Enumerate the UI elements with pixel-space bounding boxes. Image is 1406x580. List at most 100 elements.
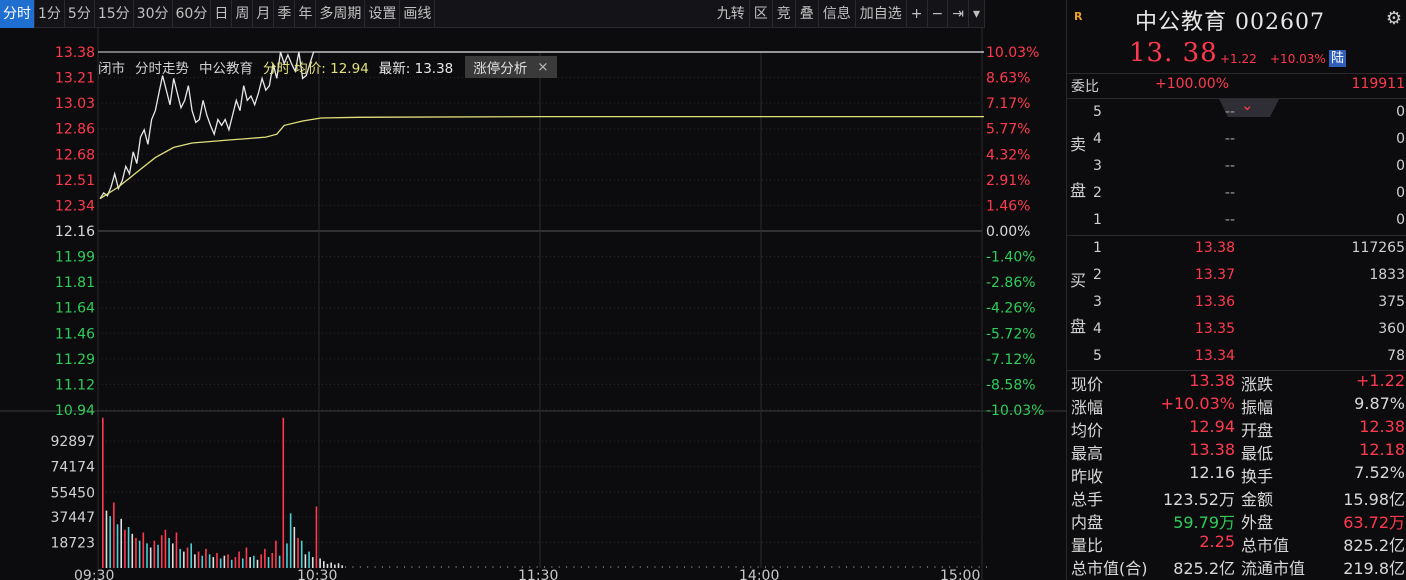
stat-row: 均价 12.94 开盘 12.38 [1067,417,1406,440]
chart-mode: 分时走势 [135,61,189,77]
stat-label: 均价 [1071,421,1104,440]
volume-bar [171,543,174,568]
stat-row: 总市值(合) 825.2亿 流通市值 219.8亿 [1067,555,1406,578]
sell-orderbook: 卖 盘 5 -- 0 4 -- 0 3 -- 0 2 -- 0 1 -- 0 [1067,99,1406,234]
level-volume: 0 [1396,185,1405,201]
volume-bar [846,566,848,568]
toolbar-tool-1[interactable]: 区 [750,0,773,28]
volume-bar [868,566,870,568]
chart-stock-name: 中公教育 [199,61,253,77]
volume-bar [300,540,303,568]
sell-level-row[interactable]: 5 -- 0 [1067,100,1406,127]
stat-label: 总市值 [1241,536,1290,555]
buy-level-row[interactable]: 2 13.37 1833 [1067,263,1406,290]
toolbar-tool-5[interactable]: 加自选 [856,0,907,28]
volume-bar [514,566,516,568]
volume-bar [683,566,685,568]
stat-value: 15.98亿 [1343,490,1405,509]
volume-bar [138,540,141,568]
volume-bar [698,566,700,568]
close-icon[interactable]: × [537,59,548,75]
volume-bar [323,561,325,568]
level-price: 13.34 [1194,348,1235,364]
level-number: 3 [1093,294,1102,310]
period-tab-5[interactable]: 60分 [173,0,212,28]
toolbar-tool-2[interactable]: 竞 [773,0,796,28]
volume-bar [197,551,200,568]
toolbar-tool-0[interactable]: 九转 [713,0,750,28]
stat-row: 内盘 59.79万 外盘 63.72万 [1067,509,1406,532]
stat-label: 外盘 [1241,513,1274,532]
period-tab-6[interactable]: 日 [211,0,233,28]
limit-up-analysis-button[interactable]: 涨停分析 × [465,56,557,78]
toolbar-tool-4[interactable]: 信息 [819,0,856,28]
volume-bar [201,555,204,568]
volume-bar [352,566,354,568]
buy-level-row[interactable]: 5 13.34 78 [1067,344,1406,371]
sell-level-row[interactable]: 3 -- 0 [1067,154,1406,181]
volume-bar [315,506,318,568]
level-volume: 375 [1378,294,1405,310]
volume-bar [433,566,435,568]
volume-tick-label: 37447 [50,510,95,526]
volume-bar [127,527,130,568]
volume-bar [418,566,420,568]
intraday-chart[interactable]: 13.38 13.21 13.03 12.86 12.68 12.51 12.34 12.16… [0,28,1066,580]
volume-bar [194,554,196,568]
level-number: 4 [1093,131,1102,147]
level-price: 13.37 [1194,267,1235,283]
period-tab-10[interactable]: 年 [295,0,317,28]
toolbar-tool-9[interactable]: ▾ [969,0,985,28]
volume-bar [135,537,137,568]
toolbar-tool-7[interactable]: − [928,0,949,28]
pct-tick-label: -8.58% [986,377,1036,393]
toolbar-tool-3[interactable]: 叠 [796,0,819,28]
period-tab-12[interactable]: 设置 [365,0,401,28]
level-volume: 0 [1396,212,1405,228]
period-tab-11[interactable]: 多周期 [316,0,366,28]
period-tab-7[interactable]: 周 [232,0,254,28]
period-tab-1[interactable]: 1分 [35,0,65,28]
gear-icon[interactable]: ⚙ [1386,8,1402,29]
period-tab-8[interactable]: 月 [253,0,275,28]
volume-bar [588,566,590,568]
pct-tick-label: -4.26% [986,301,1036,317]
volume-bar [875,566,877,568]
volume-bar [632,566,634,568]
volume-bar [186,547,189,568]
volume-bar [404,566,406,568]
volume-bar [720,566,722,568]
stat-row: 现价 13.38 涨跌 +1.22 [1067,371,1406,394]
pct-tick-label: -10.03% [986,403,1044,419]
volume-bar [153,540,156,568]
period-tab-3[interactable]: 15分 [95,0,134,28]
sell-level-row[interactable]: 1 -- 0 [1067,208,1406,235]
volume-bar [142,532,145,568]
level-volume: 0 [1396,131,1405,147]
chart-canvas[interactable]: 13.38 13.21 13.03 12.86 12.68 12.51 12.34 12.16… [0,28,1066,580]
buy-level-row[interactable]: 4 13.35 360 [1067,317,1406,344]
stat-row: 最高 13.38 最低 12.18 [1067,440,1406,463]
stat-label: 涨跌 [1241,375,1274,394]
volume-bar [794,566,796,568]
period-tab-2[interactable]: 5分 [65,0,95,28]
price-tick-label: 12.51 [55,173,95,189]
buy-level-row[interactable]: 1 13.38 117265 [1067,236,1406,263]
volume-bar [308,551,310,568]
limit-up-analysis-label: 涨停分析 [473,61,528,77]
toolbar-tool-6[interactable]: + [907,0,928,28]
sell-level-row[interactable]: 2 -- 0 [1067,181,1406,208]
toolbar-tool-8[interactable]: ⇥ [948,0,969,28]
buy-level-row[interactable]: 3 13.36 375 [1067,290,1406,317]
sell-level-row[interactable]: 4 -- 0 [1067,127,1406,154]
volume-bar [337,563,340,568]
stat-label: 最低 [1241,444,1274,463]
level-volume: 1833 [1369,267,1405,283]
period-tab-0[interactable]: 分时 [0,0,35,28]
period-tab-9[interactable]: 季 [274,0,296,28]
volume-bar [216,552,218,568]
weibi-value: +100.00% [1155,76,1230,92]
weibi-label: 委比 [1071,79,1099,95]
period-tab-4[interactable]: 30分 [134,0,173,28]
period-tab-13[interactable]: 画线 [400,0,436,28]
